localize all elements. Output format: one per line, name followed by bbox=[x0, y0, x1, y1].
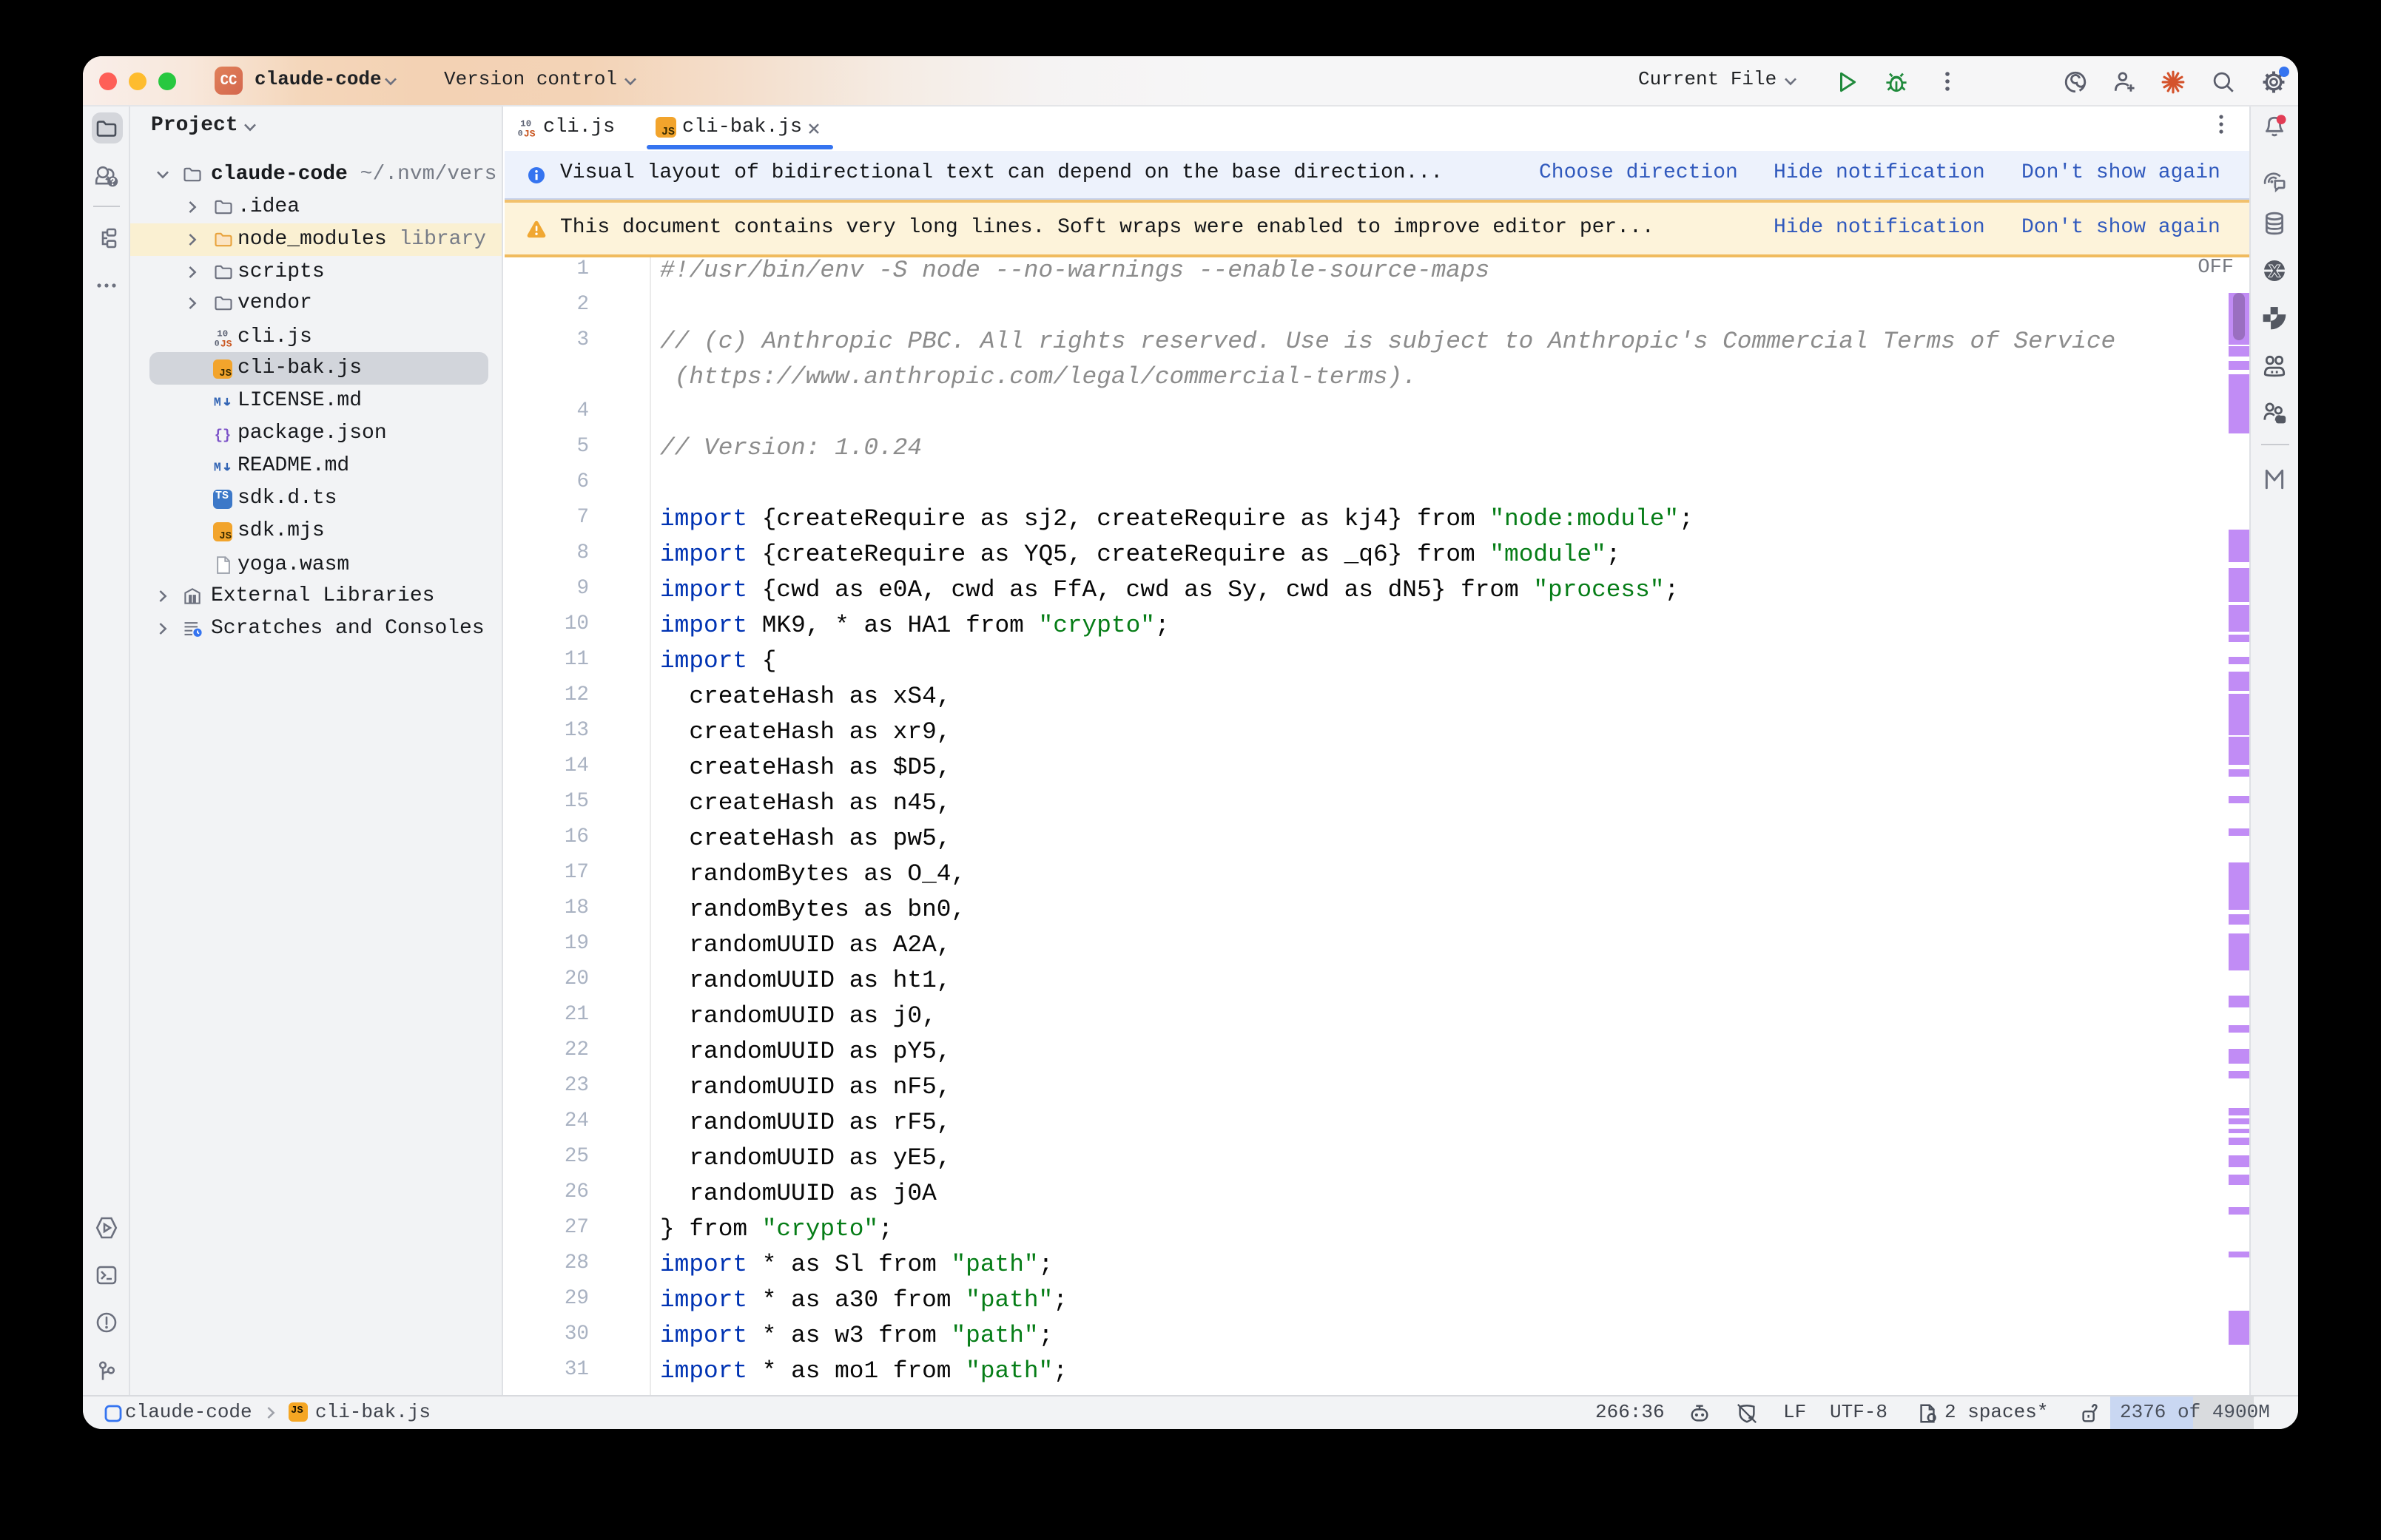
svg-text:0: 0 bbox=[518, 129, 523, 139]
svg-text:10: 10 bbox=[216, 328, 227, 338]
svg-text:10: 10 bbox=[520, 118, 531, 129]
svg-text:0: 0 bbox=[214, 339, 219, 348]
svg-text:JS: JS bbox=[524, 128, 536, 139]
svg-text:{}: {} bbox=[214, 427, 231, 443]
svg-text:M: M bbox=[213, 396, 220, 410]
svg-text:X: X bbox=[2269, 262, 2280, 280]
svg-text:JS: JS bbox=[220, 337, 232, 348]
svg-text:M: M bbox=[213, 461, 220, 475]
